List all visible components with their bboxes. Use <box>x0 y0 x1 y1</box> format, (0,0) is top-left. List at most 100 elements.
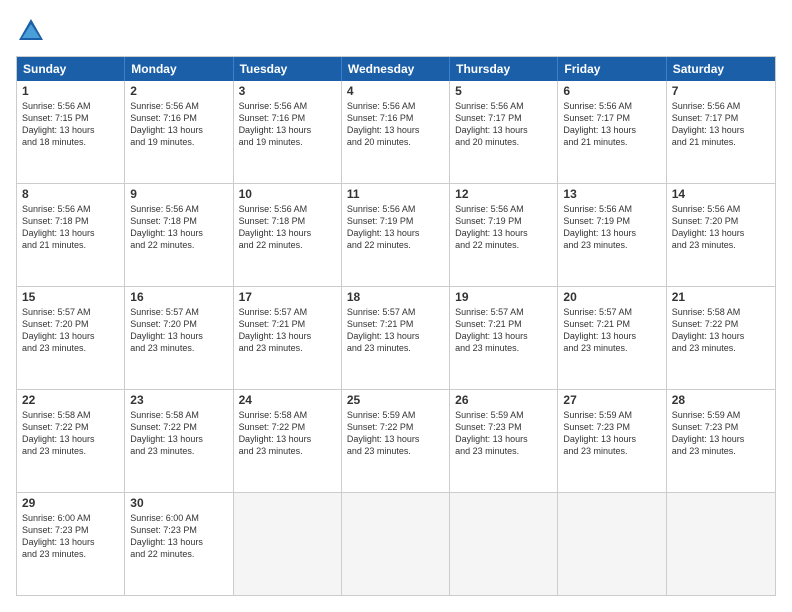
table-row: 12 Sunrise: 5:56 AMSunset: 7:19 PMDayligh… <box>450 184 558 286</box>
day-number: 16 <box>130 290 227 304</box>
day-number: 1 <box>22 84 119 98</box>
table-row: 8 Sunrise: 5:56 AMSunset: 7:18 PMDaylight… <box>17 184 125 286</box>
cell-info: Sunrise: 5:59 AMSunset: 7:23 PMDaylight:… <box>563 409 660 458</box>
calendar-week-3: 15 Sunrise: 5:57 AMSunset: 7:20 PMDayligh… <box>17 287 775 390</box>
header-day-saturday: Saturday <box>667 57 775 81</box>
day-number: 15 <box>22 290 119 304</box>
day-number: 5 <box>455 84 552 98</box>
page: SundayMondayTuesdayWednesdayThursdayFrid… <box>0 0 792 612</box>
day-number: 3 <box>239 84 336 98</box>
calendar-week-2: 8 Sunrise: 5:56 AMSunset: 7:18 PMDaylight… <box>17 184 775 287</box>
table-row: 26 Sunrise: 5:59 AMSunset: 7:23 PMDayligh… <box>450 390 558 492</box>
day-number: 11 <box>347 187 444 201</box>
cell-info: Sunrise: 5:56 AMSunset: 7:19 PMDaylight:… <box>347 203 444 252</box>
table-row <box>234 493 342 595</box>
cell-info: Sunrise: 5:59 AMSunset: 7:23 PMDaylight:… <box>672 409 770 458</box>
table-row: 25Sunrise: 5:59 AMSunset: 7:22 PMDayligh… <box>342 390 450 492</box>
day-number: 22 <box>22 393 119 407</box>
table-row: 16Sunrise: 5:57 AMSunset: 7:20 PMDayligh… <box>125 287 233 389</box>
day-number: 9 <box>130 187 227 201</box>
logo <box>16 16 50 46</box>
table-row: 9 Sunrise: 5:56 AMSunset: 7:18 PMDaylight… <box>125 184 233 286</box>
calendar: SundayMondayTuesdayWednesdayThursdayFrid… <box>16 56 776 596</box>
table-row: 2 Sunrise: 5:56 AMSunset: 7:16 PMDaylight… <box>125 81 233 183</box>
header-day-monday: Monday <box>125 57 233 81</box>
table-row: 19 Sunrise: 5:57 AMSunset: 7:21 PMDayligh… <box>450 287 558 389</box>
table-row: 5Sunrise: 5:56 AMSunset: 7:17 PMDaylight… <box>450 81 558 183</box>
table-row <box>342 493 450 595</box>
table-row <box>558 493 666 595</box>
table-row: 1 Sunrise: 5:56 AMSunset: 7:15 PMDaylight… <box>17 81 125 183</box>
table-row <box>450 493 558 595</box>
cell-info: Sunrise: 5:56 AMSunset: 7:18 PMDaylight:… <box>130 203 227 252</box>
cell-info: Sunrise: 5:56 AMSunset: 7:16 PMDaylight:… <box>130 100 227 149</box>
day-number: 26 <box>455 393 552 407</box>
cell-info: Sunrise: 5:57 AMSunset: 7:21 PMDaylight:… <box>563 306 660 355</box>
table-row: 22Sunrise: 5:58 AMSunset: 7:22 PMDayligh… <box>17 390 125 492</box>
table-row: 23 Sunrise: 5:58 AMSunset: 7:22 PMDayligh… <box>125 390 233 492</box>
cell-info: Sunrise: 6:00 AMSunset: 7:23 PMDaylight:… <box>22 512 119 561</box>
cell-info: Sunrise: 5:56 AMSunset: 7:18 PMDaylight:… <box>239 203 336 252</box>
day-number: 13 <box>563 187 660 201</box>
cell-info: Sunrise: 5:57 AMSunset: 7:21 PMDaylight:… <box>455 306 552 355</box>
table-row: 15 Sunrise: 5:57 AMSunset: 7:20 PMDayligh… <box>17 287 125 389</box>
table-row: 14 Sunrise: 5:56 AMSunset: 7:20 PMDayligh… <box>667 184 775 286</box>
table-row: 28 Sunrise: 5:59 AMSunset: 7:23 PMDayligh… <box>667 390 775 492</box>
day-number: 19 <box>455 290 552 304</box>
table-row: 3 Sunrise: 5:56 AMSunset: 7:16 PMDaylight… <box>234 81 342 183</box>
table-row: 17 Sunrise: 5:57 AMSunset: 7:21 PMDayligh… <box>234 287 342 389</box>
calendar-week-5: 29 Sunrise: 6:00 AMSunset: 7:23 PMDayligh… <box>17 493 775 595</box>
day-number: 8 <box>22 187 119 201</box>
cell-info: Sunrise: 5:56 AMSunset: 7:19 PMDaylight:… <box>455 203 552 252</box>
cell-info: Sunrise: 5:56 AMSunset: 7:18 PMDaylight:… <box>22 203 119 252</box>
cell-info: Sunrise: 5:57 AMSunset: 7:20 PMDaylight:… <box>22 306 119 355</box>
header-day-thursday: Thursday <box>450 57 558 81</box>
calendar-body: 1 Sunrise: 5:56 AMSunset: 7:15 PMDaylight… <box>17 81 775 595</box>
table-row: 13 Sunrise: 5:56 AMSunset: 7:19 PMDayligh… <box>558 184 666 286</box>
cell-info: Sunrise: 5:57 AMSunset: 7:21 PMDaylight:… <box>347 306 444 355</box>
calendar-week-1: 1 Sunrise: 5:56 AMSunset: 7:15 PMDaylight… <box>17 81 775 184</box>
day-number: 10 <box>239 187 336 201</box>
cell-info: Sunrise: 5:58 AMSunset: 7:22 PMDaylight:… <box>130 409 227 458</box>
logo-icon <box>16 16 46 46</box>
table-row: 4Sunrise: 5:56 AMSunset: 7:16 PMDaylight… <box>342 81 450 183</box>
table-row: 30Sunrise: 6:00 AMSunset: 7:23 PMDayligh… <box>125 493 233 595</box>
cell-info: Sunrise: 6:00 AMSunset: 7:23 PMDaylight:… <box>130 512 227 561</box>
day-number: 18 <box>347 290 444 304</box>
cell-info: Sunrise: 5:56 AMSunset: 7:16 PMDaylight:… <box>347 100 444 149</box>
table-row: 7 Sunrise: 5:56 AMSunset: 7:17 PMDaylight… <box>667 81 775 183</box>
day-number: 6 <box>563 84 660 98</box>
day-number: 27 <box>563 393 660 407</box>
table-row: 10 Sunrise: 5:56 AMSunset: 7:18 PMDayligh… <box>234 184 342 286</box>
table-row: 21 Sunrise: 5:58 AMSunset: 7:22 PMDayligh… <box>667 287 775 389</box>
header-day-friday: Friday <box>558 57 666 81</box>
table-row: 11 Sunrise: 5:56 AMSunset: 7:19 PMDayligh… <box>342 184 450 286</box>
day-number: 17 <box>239 290 336 304</box>
day-number: 24 <box>239 393 336 407</box>
header <box>16 16 776 46</box>
cell-info: Sunrise: 5:57 AMSunset: 7:21 PMDaylight:… <box>239 306 336 355</box>
day-number: 12 <box>455 187 552 201</box>
day-number: 7 <box>672 84 770 98</box>
table-row <box>667 493 775 595</box>
cell-info: Sunrise: 5:56 AMSunset: 7:19 PMDaylight:… <box>563 203 660 252</box>
day-number: 25 <box>347 393 444 407</box>
table-row: 29 Sunrise: 6:00 AMSunset: 7:23 PMDayligh… <box>17 493 125 595</box>
cell-info: Sunrise: 5:56 AMSunset: 7:16 PMDaylight:… <box>239 100 336 149</box>
cell-info: Sunrise: 5:56 AMSunset: 7:17 PMDaylight:… <box>672 100 770 149</box>
calendar-week-4: 22 Sunrise: 5:58 AMSunset: 7:22 PMDayligh… <box>17 390 775 493</box>
day-number: 23 <box>130 393 227 407</box>
cell-info: Sunrise: 5:56 AMSunset: 7:17 PMDaylight:… <box>563 100 660 149</box>
header-day-sunday: Sunday <box>17 57 125 81</box>
cell-info: Sunrise: 5:58 AMSunset: 7:22 PMDaylight:… <box>672 306 770 355</box>
table-row: 24Sunrise: 5:58 AMSunset: 7:22 PMDayligh… <box>234 390 342 492</box>
day-number: 21 <box>672 290 770 304</box>
cell-info: Sunrise: 5:56 AMSunset: 7:15 PMDaylight:… <box>22 100 119 149</box>
cell-info: Sunrise: 5:59 AMSunset: 7:23 PMDaylight:… <box>455 409 552 458</box>
day-number: 2 <box>130 84 227 98</box>
day-number: 28 <box>672 393 770 407</box>
day-number: 14 <box>672 187 770 201</box>
header-day-wednesday: Wednesday <box>342 57 450 81</box>
day-number: 29 <box>22 496 119 510</box>
cell-info: Sunrise: 5:56 AMSunset: 7:20 PMDaylight:… <box>672 203 770 252</box>
